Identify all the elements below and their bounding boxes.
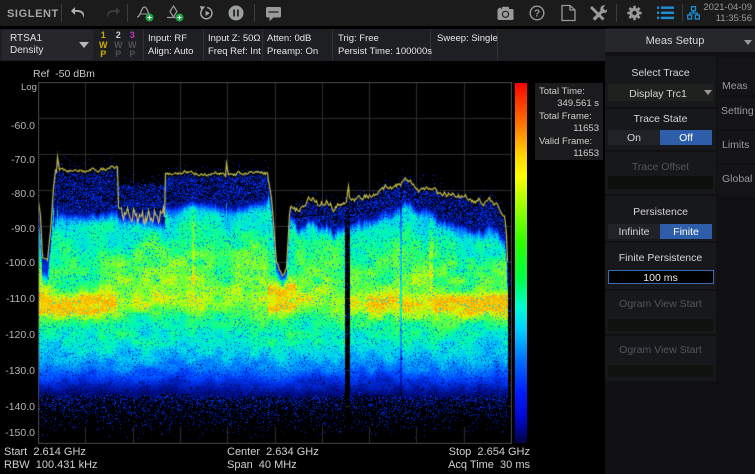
svg-text:?: ? [534, 9, 540, 20]
